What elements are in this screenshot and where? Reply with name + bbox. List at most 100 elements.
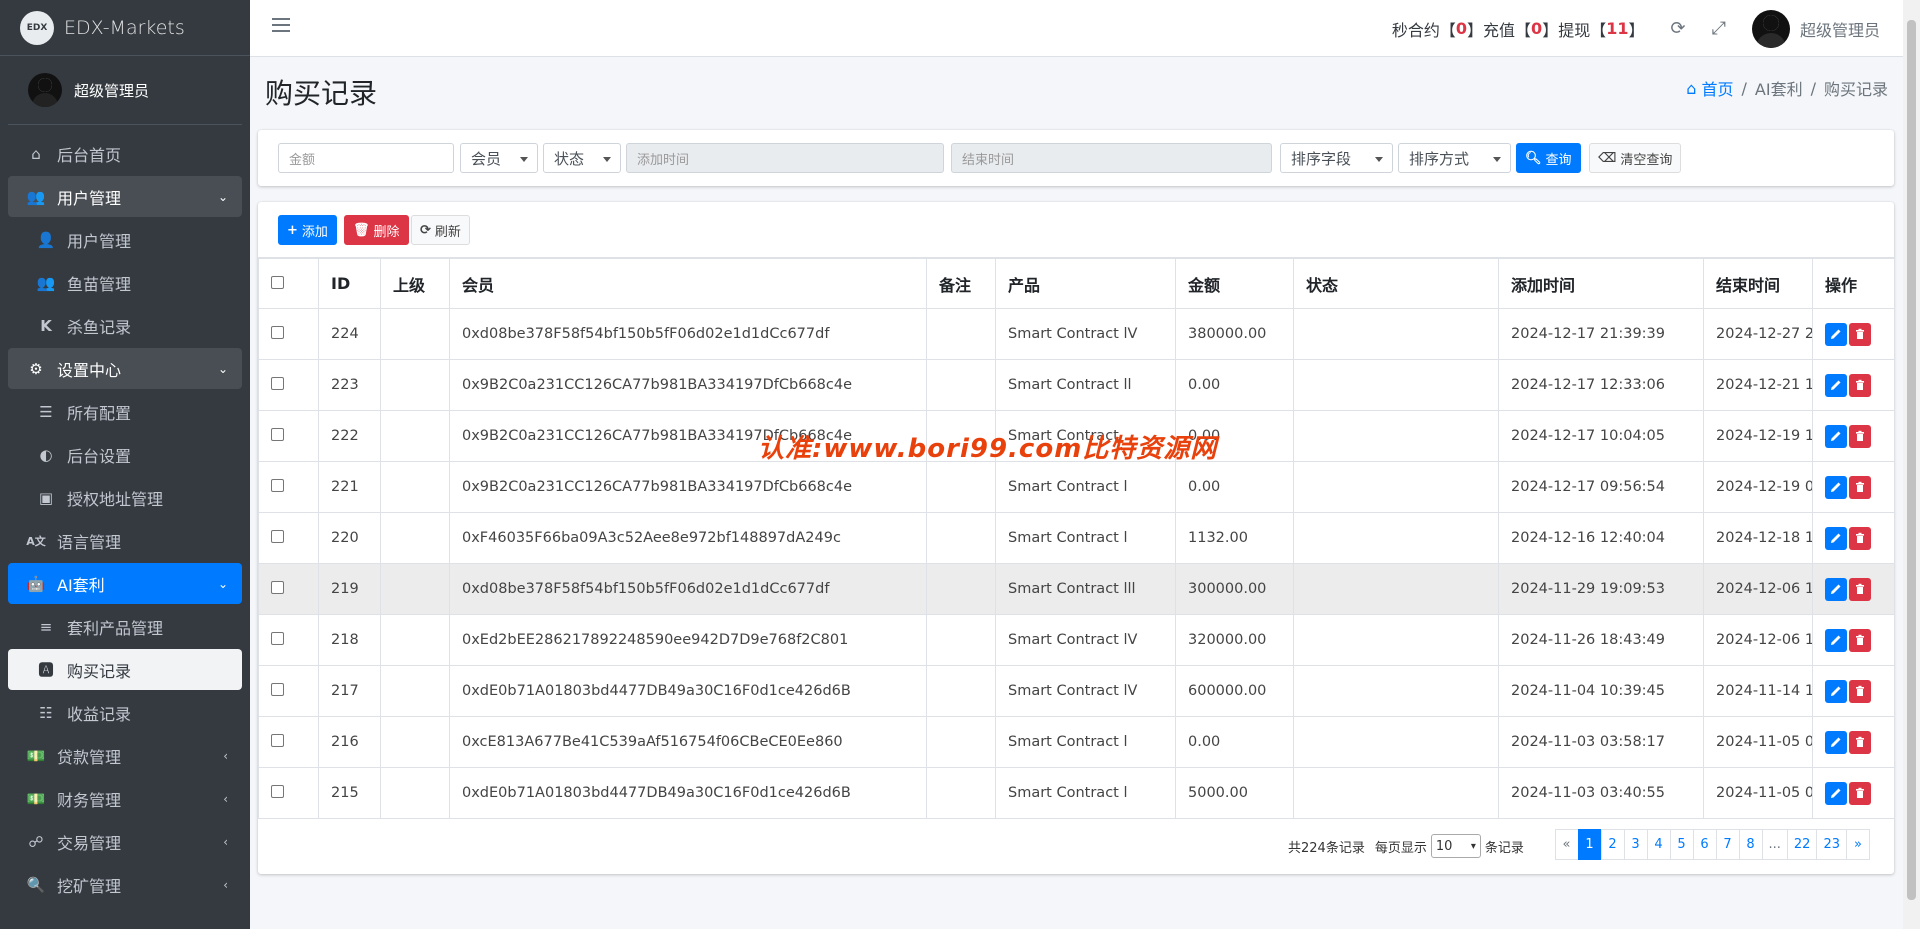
per-page-select[interactable]: 10 ▾ [1430, 834, 1481, 858]
edit-button[interactable] [1825, 577, 1847, 601]
edit-button[interactable] [1825, 424, 1847, 448]
page-link[interactable]: 23 [1816, 829, 1847, 860]
sidebar-item-admin-settings[interactable]: ◐ 后台设置 [8, 434, 242, 475]
edit-button[interactable] [1825, 628, 1847, 652]
row-checkbox[interactable] [271, 733, 284, 747]
table-row[interactable]: 224 0xd08be378F58f54bf150b5fF06d02e1d1dCc… [258, 308, 1895, 360]
sidebar-item-trading[interactable]: ☍ 交易管理 ‹ [8, 821, 242, 862]
row-checkbox[interactable] [271, 631, 284, 645]
sidebar-item-mining[interactable]: 🔍 挖矿管理 ‹ [8, 864, 242, 905]
member-select[interactable]: 会员 [460, 143, 538, 173]
brand-link[interactable]: EDX EDX-Markets [0, 0, 250, 56]
page-link[interactable]: 4 [1646, 829, 1671, 860]
sidebar-item-kill-records[interactable]: K 杀鱼记录 [8, 305, 242, 346]
sidebar-item-users[interactable]: 👤 用户管理 [8, 219, 242, 260]
breadcrumb-home[interactable]: 首页 [1702, 76, 1734, 100]
sidebar-item-arbitrage-products[interactable]: ≡ 套利产品管理 [8, 606, 242, 647]
sidebar-item-auth-address[interactable]: ▣ 授权地址管理 [8, 477, 242, 518]
column-header[interactable]: 金额 [1175, 258, 1294, 309]
edit-button[interactable] [1825, 373, 1847, 397]
page-scrollbar[interactable] [1903, 0, 1920, 929]
table-row[interactable]: 216 0xcE813A677Be41C539aAf516754f06CBeCE0… [258, 716, 1895, 768]
sidebar-item-language[interactable]: A文 语言管理 [8, 520, 242, 561]
page-link[interactable]: 3 [1623, 829, 1648, 860]
admin-name[interactable]: 超级管理员 [1800, 17, 1880, 41]
edit-button[interactable] [1825, 526, 1847, 550]
scrollbar-thumb[interactable] [1907, 20, 1916, 900]
table-row[interactable]: 218 0xEd2bEE286217892248590ee942D7D9e768f… [258, 614, 1895, 666]
sidebar-item-income-records[interactable]: ☷ 收益记录 [8, 692, 242, 733]
column-header[interactable]: 会员 [449, 258, 927, 309]
page-prev[interactable]: « [1554, 829, 1579, 860]
edit-button[interactable] [1825, 730, 1847, 754]
column-header[interactable]: 状态 [1293, 258, 1499, 309]
sidebar-item-loans[interactable]: 💵 贷款管理 ‹ [8, 735, 242, 776]
delete-row-button[interactable] [1849, 577, 1871, 601]
row-checkbox[interactable] [271, 325, 284, 339]
delete-row-button[interactable] [1849, 373, 1871, 397]
avatar[interactable] [1751, 9, 1790, 48]
page-link[interactable]: 2 [1600, 829, 1625, 860]
column-header[interactable]: 上级 [380, 258, 450, 309]
edit-button[interactable] [1825, 781, 1847, 805]
column-header[interactable]: 备注 [926, 258, 996, 309]
row-checkbox[interactable] [271, 478, 284, 492]
table-row[interactable]: 215 0xdE0b71A01803bd4477DB49a30C16F0d1ce4… [258, 767, 1895, 819]
page-link[interactable]: 22 [1786, 829, 1818, 860]
user-panel[interactable]: 超级管理员 [8, 56, 242, 125]
table-row[interactable]: 217 0xdE0b71A01803bd4477DB49a30C16F0d1ce4… [258, 665, 1895, 717]
edit-button[interactable] [1825, 322, 1847, 346]
column-header[interactable]: 添加时间 [1498, 258, 1704, 309]
delete-row-button[interactable] [1849, 628, 1871, 652]
page-link[interactable]: 6 [1692, 829, 1717, 860]
page-link[interactable]: 8 [1738, 829, 1763, 860]
fullscreen-icon[interactable]: ⤢ [1712, 18, 1726, 39]
delete-button[interactable]: 🗑︎ 删除 [344, 215, 409, 245]
sort-order-select[interactable]: 排序方式 [1398, 143, 1511, 173]
column-header[interactable]: 产品 [995, 258, 1176, 309]
select-all-checkbox[interactable] [271, 276, 284, 289]
delete-row-button[interactable] [1849, 526, 1871, 550]
query-button[interactable]: 🔍︎ 查询 [1516, 143, 1581, 173]
add-button[interactable]: + 添加 [278, 215, 337, 245]
start-time-input[interactable]: 添加时间 [626, 143, 944, 173]
notice-withdraw-label[interactable]: 】提现【 [1542, 17, 1606, 41]
delete-row-button[interactable] [1849, 424, 1871, 448]
sidebar-item-all-config[interactable]: ☰ 所有配置 [8, 391, 242, 432]
refresh-icon[interactable]: ⟳ [1670, 18, 1685, 39]
table-row[interactable]: 220 0xF46035F66ba09A3c52Aee8e972bf148897d… [258, 512, 1895, 564]
refresh-button[interactable]: ⟳ 刷新 [411, 215, 470, 245]
home-icon[interactable]: ⌂ [1686, 79, 1701, 98]
end-time-input[interactable]: 结束时间 [951, 143, 1272, 173]
clear-query-button[interactable]: ⌫ 清空查询 [1589, 143, 1682, 173]
page-next[interactable]: » [1846, 829, 1870, 860]
row-checkbox[interactable] [271, 784, 284, 798]
table-row[interactable]: 219 0xd08be378F58f54bf150b5fF06d02e1d1dCc… [258, 563, 1895, 615]
sidebar-item-settings-center[interactable]: ⚙ 设置中心 ⌄ [8, 348, 242, 389]
sidebar-item-dashboard[interactable]: ⌂ 后台首页 [8, 133, 242, 174]
row-checkbox[interactable] [271, 580, 284, 594]
page-link[interactable]: 7 [1715, 829, 1740, 860]
page-link[interactable]: 5 [1669, 829, 1694, 860]
sidebar-item-ai-arbitrage[interactable]: 🤖 AI套利 ⌄ [8, 563, 242, 604]
sort-field-select[interactable]: 排序字段 [1280, 143, 1393, 173]
edit-button[interactable] [1825, 475, 1847, 499]
notice-seconds-label[interactable]: 秒合约【 [1392, 17, 1456, 41]
delete-row-button[interactable] [1849, 322, 1871, 346]
amount-input[interactable]: 金额 [278, 143, 454, 173]
sidebar-item-purchase-records[interactable]: 🅰 购买记录 [8, 649, 242, 690]
delete-row-button[interactable] [1849, 679, 1871, 703]
edit-button[interactable] [1825, 679, 1847, 703]
row-checkbox[interactable] [271, 682, 284, 696]
column-header[interactable]: ID [318, 258, 381, 309]
notice-recharge-label[interactable]: 】充值【 [1467, 17, 1531, 41]
row-checkbox[interactable] [271, 376, 284, 390]
menu-toggle-icon[interactable] [272, 18, 290, 36]
delete-row-button[interactable] [1849, 475, 1871, 499]
status-select[interactable]: 状态 [543, 143, 621, 173]
sidebar-item-finance[interactable]: 💵 财务管理 ‹ [8, 778, 242, 819]
column-header[interactable]: 结束时间 [1703, 258, 1813, 309]
row-checkbox[interactable] [271, 529, 284, 543]
sidebar-item-fry[interactable]: 👥 鱼苗管理 [8, 262, 242, 303]
table-row[interactable]: 223 0x9B2C0a231CC126CA77b981BA334197DfCb6… [258, 359, 1895, 411]
